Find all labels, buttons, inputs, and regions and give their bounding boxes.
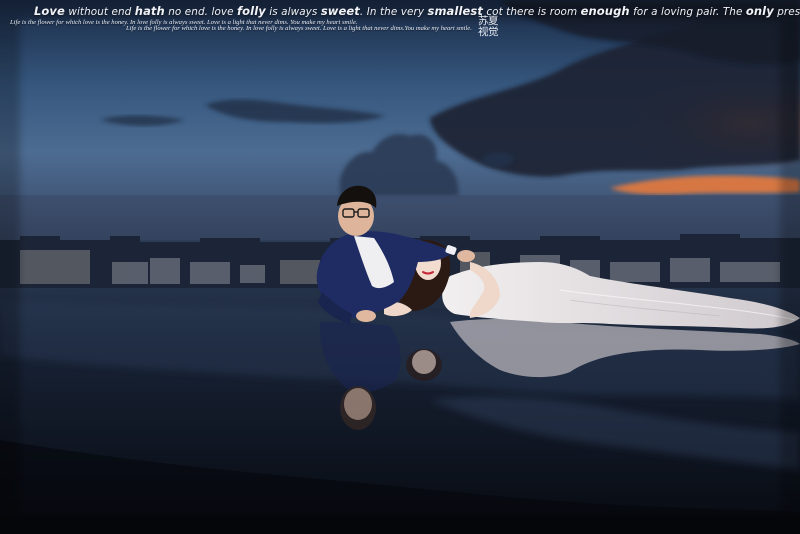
wedding-photo <box>0 0 800 534</box>
photo-scene: Love without end hath no end. love folly… <box>0 0 800 534</box>
